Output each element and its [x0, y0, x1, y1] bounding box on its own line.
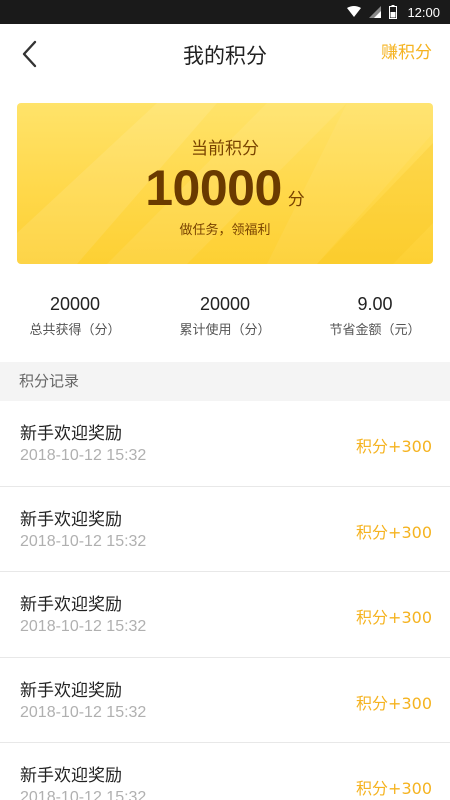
record-title: 新手欢迎奖励 — [20, 766, 122, 786]
points-card: 当前积分 10000 分 做任务，领福利 — [17, 103, 433, 264]
record-points: 积分+300 — [356, 522, 432, 542]
record-points: 积分+300 — [356, 437, 432, 456]
stat-label: 累计使用（分） — [179, 323, 271, 338]
stat-value: 20000 — [199, 294, 251, 314]
record-time: 2018-10-12 15:32 — [20, 618, 147, 635]
record-points: 积分+300 — [356, 779, 432, 798]
stat-total-earned: 20000 总共获得（分） — [0, 292, 150, 338]
record-time: 2018-10-12 15:32 — [20, 447, 147, 464]
section-header-records: 积分记录 — [0, 362, 450, 401]
battery-icon — [389, 5, 398, 19]
current-points-label: 当前积分 — [191, 139, 259, 159]
stat-label: 总共获得（分） — [29, 323, 121, 338]
points-stats: 20000 总共获得（分） 20000 累计使用（分） 9.00 节省金额（元） — [0, 292, 450, 342]
record-title: 新手欢迎奖励 — [20, 595, 122, 615]
status-bar: 12:00 — [0, 0, 450, 24]
list-item[interactable]: 新手欢迎奖励 2018-10-12 15:32 积分+300 — [0, 401, 450, 487]
back-button[interactable] — [14, 40, 44, 72]
stat-money-saved: 9.00 节省金额（元） — [300, 292, 450, 338]
record-points: 积分+300 — [356, 693, 432, 713]
current-points-row: 10000 分 — [17, 159, 433, 219]
stat-label: 节省金额（元） — [329, 323, 421, 338]
card-subtitle: 做任务，领福利 — [179, 223, 271, 238]
points-unit: 分 — [287, 190, 305, 210]
record-title: 新手欢迎奖励 — [20, 509, 122, 530]
nav-bar: 我的积分 赚积分 — [0, 24, 450, 88]
wifi-icon — [347, 6, 362, 18]
record-points: 积分+300 — [356, 608, 432, 627]
record-time: 2018-10-12 15:32 — [20, 532, 147, 550]
status-time: 12:00 — [407, 4, 440, 20]
list-item[interactable]: 新手欢迎奖励 2018-10-12 15:32 积分+300 — [0, 657, 450, 743]
current-points-value: 10000 — [145, 160, 282, 216]
record-time: 2018-10-12 15:32 — [20, 789, 147, 800]
stat-value: 9.00 — [357, 294, 393, 314]
signal-icon — [369, 6, 382, 18]
record-title: 新手欢迎奖励 — [20, 680, 122, 701]
chevron-left-icon — [21, 40, 37, 72]
earn-points-button[interactable]: 赚积分 — [381, 24, 432, 82]
record-title: 新手欢迎奖励 — [20, 424, 122, 444]
list-item[interactable]: 新手欢迎奖励 2018-10-12 15:32 积分+300 — [0, 743, 450, 800]
points-record-list: 新手欢迎奖励 2018-10-12 15:32 积分+300 新手欢迎奖励 20… — [0, 401, 450, 800]
record-time: 2018-10-12 15:32 — [20, 703, 147, 721]
list-item[interactable]: 新手欢迎奖励 2018-10-12 15:32 积分+300 — [0, 572, 450, 658]
list-item[interactable]: 新手欢迎奖励 2018-10-12 15:32 积分+300 — [0, 486, 450, 572]
stat-value: 20000 — [49, 294, 101, 314]
stat-total-used: 20000 累计使用（分） — [150, 292, 300, 338]
status-icons: 12:00 — [347, 0, 440, 24]
